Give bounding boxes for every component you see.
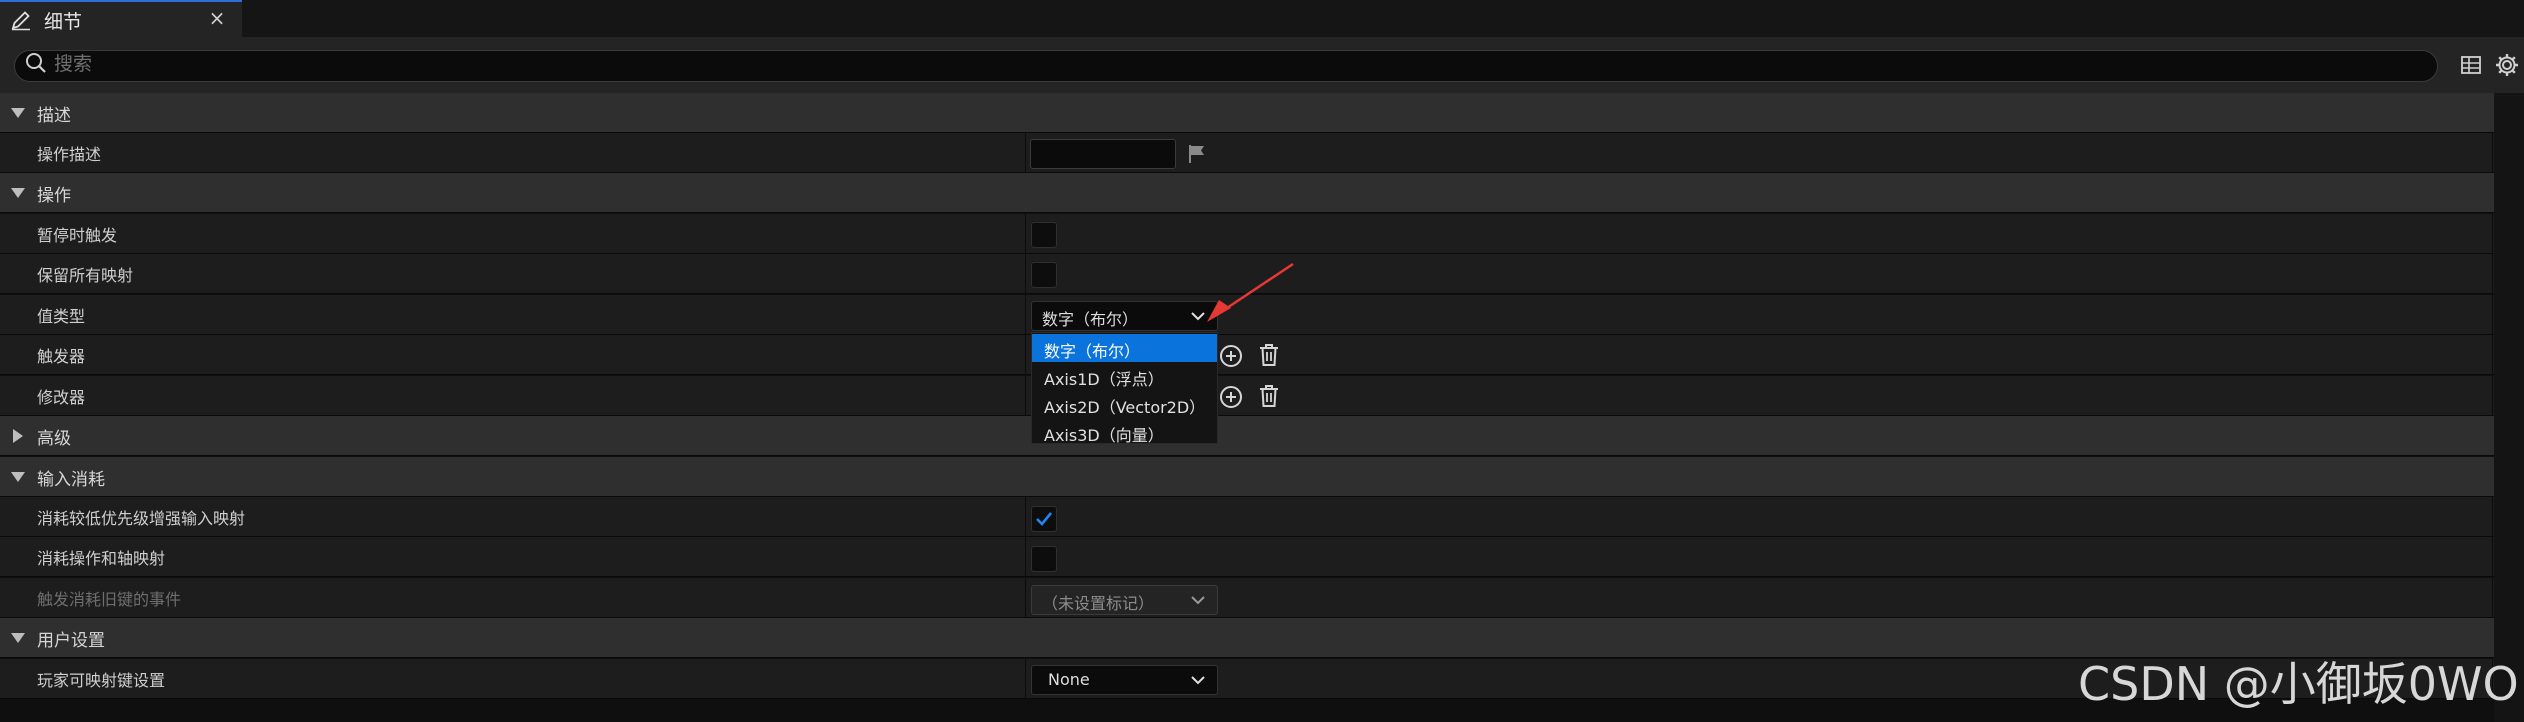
property-label: 触发消耗旧键的事件 <box>37 590 182 609</box>
dropdown-value: 数字（布尔） <box>1042 310 1139 329</box>
property-row-modifiers: 修改器 <box>0 376 2494 416</box>
expanded-triangle-icon[interactable] <box>10 107 26 119</box>
category-label: 用户设置 <box>37 631 105 651</box>
value-type-menu: 数字（布尔） Axis1D（浮点） Axis2D（Vector2D） Axis3… <box>1031 332 1218 446</box>
column-divider <box>1025 335 1026 375</box>
property-row-trigger-legacy-events: 触发消耗旧键的事件 <box>0 578 2494 618</box>
flag-icon[interactable] <box>1186 143 1208 165</box>
trash-icon[interactable] <box>1258 384 1280 408</box>
consume-lower-priority-checkbox[interactable] <box>1031 506 1057 532</box>
column-divider <box>2492 537 2493 577</box>
category-input-consumption[interactable]: 输入消耗 <box>0 457 2494 497</box>
column-divider <box>2492 497 2493 537</box>
chevron-down-icon <box>1191 596 1205 605</box>
column-divider <box>2492 254 2493 294</box>
category-advanced[interactable]: 高级 <box>0 416 2494 456</box>
column-divider <box>1025 376 1026 416</box>
close-icon[interactable]: × <box>206 5 228 31</box>
chevron-down-icon <box>1191 676 1205 685</box>
property-label: 暂停时触发 <box>37 226 118 245</box>
column-divider <box>2492 376 2493 416</box>
column-divider <box>1025 497 1026 537</box>
property-label: 保留所有映射 <box>37 266 134 285</box>
collapsed-triangle-icon[interactable] <box>12 428 24 444</box>
property-row-trigger-when-paused: 暂停时触发 <box>0 214 2494 254</box>
column-divider <box>1025 254 1026 294</box>
column-divider <box>1025 578 1026 618</box>
column-divider <box>2492 133 2493 173</box>
column-divider <box>1025 537 1026 577</box>
scrollbar-gutter[interactable] <box>2494 93 2524 722</box>
checkmark-icon <box>1036 512 1053 526</box>
property-label: 玩家可映射键设置 <box>37 671 166 690</box>
property-row-triggers: 触发器 <box>0 335 2494 375</box>
tab-details[interactable]: 细节 × <box>0 0 242 37</box>
property-label: 值类型 <box>37 307 86 326</box>
menu-item-axis2d[interactable]: Axis2D（Vector2D） <box>1032 390 1217 418</box>
player-mappable-dropdown[interactable]: None <box>1031 665 1218 695</box>
menu-item-axis1d[interactable]: Axis1D（浮点） <box>1032 362 1217 390</box>
search-input[interactable] <box>54 49 2414 79</box>
category-label: 输入消耗 <box>37 470 105 490</box>
expanded-triangle-icon[interactable] <box>10 632 26 644</box>
property-row-consume-lower-priority: 消耗较低优先级增强输入映射 <box>0 497 2494 537</box>
category-description[interactable]: 描述 <box>0 93 2494 133</box>
property-label: 操作描述 <box>37 145 102 164</box>
trash-icon[interactable] <box>1258 343 1280 367</box>
add-icon[interactable] <box>1219 385 1243 409</box>
tab-title: 细节 <box>44 11 83 33</box>
column-divider <box>1025 214 1026 254</box>
category-label: 描述 <box>37 106 71 126</box>
reserve-all-mappings-checkbox[interactable] <box>1031 262 1057 288</box>
expanded-triangle-icon[interactable] <box>10 471 26 483</box>
chevron-down-icon <box>1191 312 1205 321</box>
category-action[interactable]: 操作 <box>0 173 2494 213</box>
property-label: 消耗操作和轴映射 <box>37 549 166 568</box>
trigger-when-paused-checkbox[interactable] <box>1031 222 1057 248</box>
annotation-arrow <box>1207 262 1294 322</box>
action-description-field[interactable] <box>1030 139 1176 169</box>
property-label: 触发器 <box>37 347 86 366</box>
property-label: 修改器 <box>37 388 86 407</box>
property-label: 消耗较低优先级增强输入映射 <box>37 509 246 528</box>
column-divider <box>1025 295 1026 335</box>
dropdown-value: None <box>1048 670 1090 689</box>
column-divider <box>1025 133 1026 173</box>
category-label: 高级 <box>37 429 71 449</box>
column-divider <box>2492 578 2493 618</box>
category-label: 操作 <box>37 186 71 206</box>
search-icon <box>26 53 46 73</box>
column-divider <box>2492 214 2493 254</box>
property-row-consume-action-axis: 消耗操作和轴映射 <box>0 537 2494 577</box>
pencil-icon <box>11 11 30 31</box>
tab-bar: 细节 × <box>0 0 2524 37</box>
add-icon[interactable] <box>1219 344 1243 368</box>
menu-item-boolean[interactable]: 数字（布尔） <box>1032 334 1217 362</box>
legacy-events-dropdown: （未设置标记） <box>1031 585 1218 615</box>
column-divider <box>2492 295 2493 335</box>
column-divider <box>2492 335 2493 375</box>
menu-item-axis3d[interactable]: Axis3D（向量） <box>1032 418 1217 446</box>
property-row-action-description: 操作描述 <box>0 133 2494 173</box>
watermark: CSDN @小御坂0WO <box>2078 657 2519 711</box>
consume-action-axis-checkbox[interactable] <box>1031 546 1057 572</box>
expanded-triangle-icon[interactable] <box>10 187 26 199</box>
value-type-dropdown[interactable]: 数字（布尔） <box>1031 301 1218 331</box>
column-divider <box>1025 659 1026 699</box>
gear-icon[interactable] <box>2494 52 2520 78</box>
dropdown-value: （未设置标记） <box>1042 594 1155 613</box>
table-icon[interactable] <box>2460 54 2482 76</box>
